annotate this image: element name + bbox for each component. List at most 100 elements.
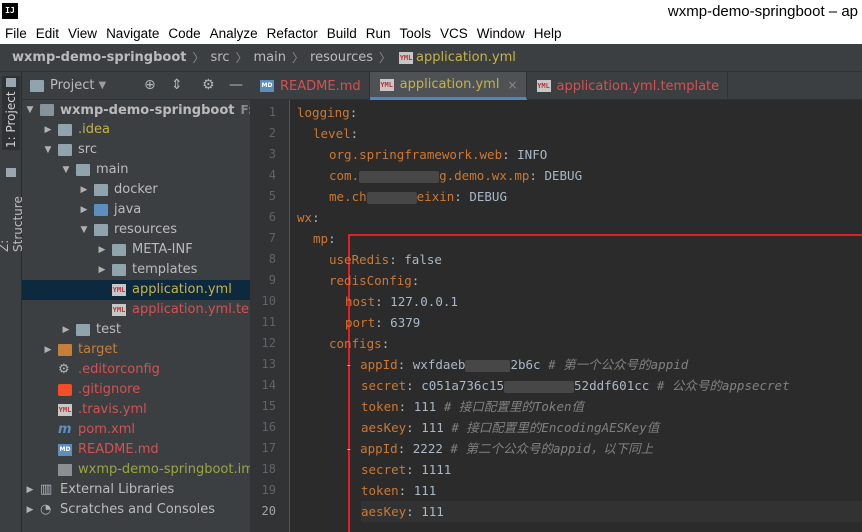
yaml-key: org.springframework.web [329,147,503,162]
code-line[interactable]: aesKey: 111 # 接口配置里的EncodingAESKey值 [361,417,659,438]
structure-tool-tab[interactable]: Z: Structure [0,168,25,252]
tree-item[interactable]: ▶ META-INF [22,240,250,260]
yaml-key: com. [329,168,360,183]
collapsed-arrow-icon[interactable]: ▶ [78,180,90,200]
tab-application-yml[interactable]: YML application.yml × [369,72,527,100]
menu-window[interactable]: Window [472,24,529,44]
menu-tools[interactable]: Tools [395,24,436,44]
yaml-separator: : [454,189,470,204]
menu-refactor[interactable]: Refactor [262,24,322,44]
tree-item[interactable]: m pom.xml [22,420,250,440]
menu-help[interactable]: Help [529,24,566,44]
minimize-icon[interactable]: — [229,78,243,92]
code-line[interactable]: secret: c051a736c15 52ddf601cc # 公众号的apps… [361,375,790,396]
tab-application-yml-template[interactable]: YML application.yml.template [527,72,729,100]
tree-item[interactable]: .gitignore [22,380,250,400]
project-tool-tab[interactable]: 1: Project [2,76,20,150]
folder-icon [76,324,90,336]
collapsed-arrow-icon[interactable]: ▶ [60,320,72,340]
menu-view[interactable]: View [63,24,101,44]
code-line[interactable]: wx: [297,207,320,228]
tree-item-path: F:\Cer [240,103,251,117]
code-line[interactable]: mp: [313,228,336,249]
project-view-selector[interactable]: Project [50,78,94,93]
breadcrumb-application-yml[interactable]: application.yml [416,50,516,65]
library-icon: ▥ [40,482,53,497]
tree-item[interactable]: ▶ target [22,340,250,360]
tree-item[interactable]: ▶ templates [22,260,250,280]
tree-item[interactable]: ▼ main [22,160,250,180]
code-line[interactable]: secret: 1111 [361,459,451,480]
code-line[interactable]: aesKey: 111 [361,501,862,522]
breadcrumb-src[interactable]: src [211,50,230,65]
code-view[interactable]: logging: level: org.springframework.web: I… [291,100,862,532]
code-line[interactable]: me.ch eixin: DEBUG [329,186,507,207]
gear-icon[interactable]: ⚙ [202,78,215,92]
menu-run[interactable]: Run [361,24,395,44]
code-line[interactable]: useRedis: false [329,249,442,270]
project-panel-header: Project ▼ ⊕ ⇕ ⚙ — [22,72,250,100]
tree-item[interactable]: ▶ java [22,200,250,220]
tree-item[interactable]: ▶ ◔ Scratches and Consoles [22,500,250,520]
tree-item[interactable]: ▶ docker [22,180,250,200]
expanded-arrow-icon[interactable]: ▼ [24,100,36,120]
close-icon[interactable]: × [507,78,517,92]
chevron-down-icon[interactable]: ▼ [98,80,106,91]
line-number: 5 [268,189,276,203]
tree-item[interactable]: ▶ ▥ External Libraries [22,480,250,500]
menu-navigate[interactable]: Navigate [101,24,163,44]
code-line[interactable]: level: [313,123,358,144]
collapsed-arrow-icon[interactable]: ▶ [24,500,36,520]
breadcrumb-project[interactable]: wxmp-demo-springboot [12,50,187,65]
code-line[interactable]: - appId: wxfdaeb 2b6c # 第一个公众号的appid [345,354,688,375]
menu-build[interactable]: Build [322,24,361,44]
tab-readme-md[interactable]: MD README.md [250,72,370,100]
editor-tabs: MD README.md YML application.yml × YML applica… [250,72,862,100]
tree-item[interactable]: ▼ resources [22,220,250,240]
menu-vcs[interactable]: VCS [435,24,472,44]
tree-item[interactable]: ▼ wxmp-demo-springbootF:\Cer [22,100,250,120]
folder-icon [58,124,72,136]
locate-icon[interactable]: ⊕ [144,78,156,92]
code-line[interactable]: org.springframework.web: INFO [329,144,547,165]
tree-item[interactable]: ⚙ .editorconfig [22,360,250,380]
tree-item[interactable]: YML application.yml.template [22,300,250,320]
tree-item[interactable]: ▼ src [22,140,250,160]
code-line[interactable]: logging: [297,102,357,123]
code-line[interactable]: port: 6379 [345,312,420,333]
collapsed-arrow-icon[interactable]: ▶ [78,200,90,220]
menu-analyze[interactable]: Analyze [205,24,262,44]
code-line[interactable]: com. g.demo.wx.mp: DEBUG [329,165,582,186]
collapse-all-icon[interactable]: ⇕ [171,78,183,92]
menu-file[interactable]: File [0,24,31,44]
breadcrumb-resources[interactable]: resources [310,50,373,65]
expanded-arrow-icon[interactable]: ▼ [60,160,72,180]
collapsed-arrow-icon[interactable]: ▶ [42,340,54,360]
tree-item[interactable]: ▶ .idea [22,120,250,140]
tree-item[interactable]: MD README.md [22,440,250,460]
menu-code[interactable]: Code [163,24,204,44]
tree-item[interactable]: YML application.yml [22,280,250,300]
expanded-arrow-icon[interactable]: ▼ [42,140,54,160]
project-tree: ▼wxmp-demo-springbootF:\Cer▶.idea▼src▼ma… [22,100,250,520]
collapsed-arrow-icon[interactable]: ▶ [96,240,108,260]
tree-item[interactable]: wxmp-demo-springboot.iml [22,460,250,480]
expanded-arrow-icon[interactable]: ▼ [78,220,90,240]
yaml-separator: : [397,357,413,372]
tree-item-label: README.md [78,442,159,457]
code-line[interactable]: redisConfig: [329,270,419,291]
tree-item[interactable]: YML .travis.yml [22,400,250,420]
tree-item[interactable]: ▶ test [22,320,250,340]
code-line[interactable]: token: 111 # 接口配置里的Token值 [361,396,584,417]
collapsed-arrow-icon[interactable]: ▶ [42,120,54,140]
code-line[interactable]: token: 111 [361,480,436,501]
code-line[interactable]: - appId: 2222 # 第二个公众号的appid，以下同上 [345,438,653,459]
collapsed-arrow-icon[interactable]: ▶ [24,480,36,500]
yaml-key: g.demo.wx.mp [439,168,530,183]
breadcrumb-main[interactable]: main [254,50,286,65]
code-line[interactable]: configs: [329,333,389,354]
menu-edit[interactable]: Edit [31,24,63,44]
collapsed-arrow-icon[interactable]: ▶ [96,260,108,280]
code-line[interactable]: host: 127.0.0.1 [345,291,458,312]
structure-icon [6,168,16,177]
